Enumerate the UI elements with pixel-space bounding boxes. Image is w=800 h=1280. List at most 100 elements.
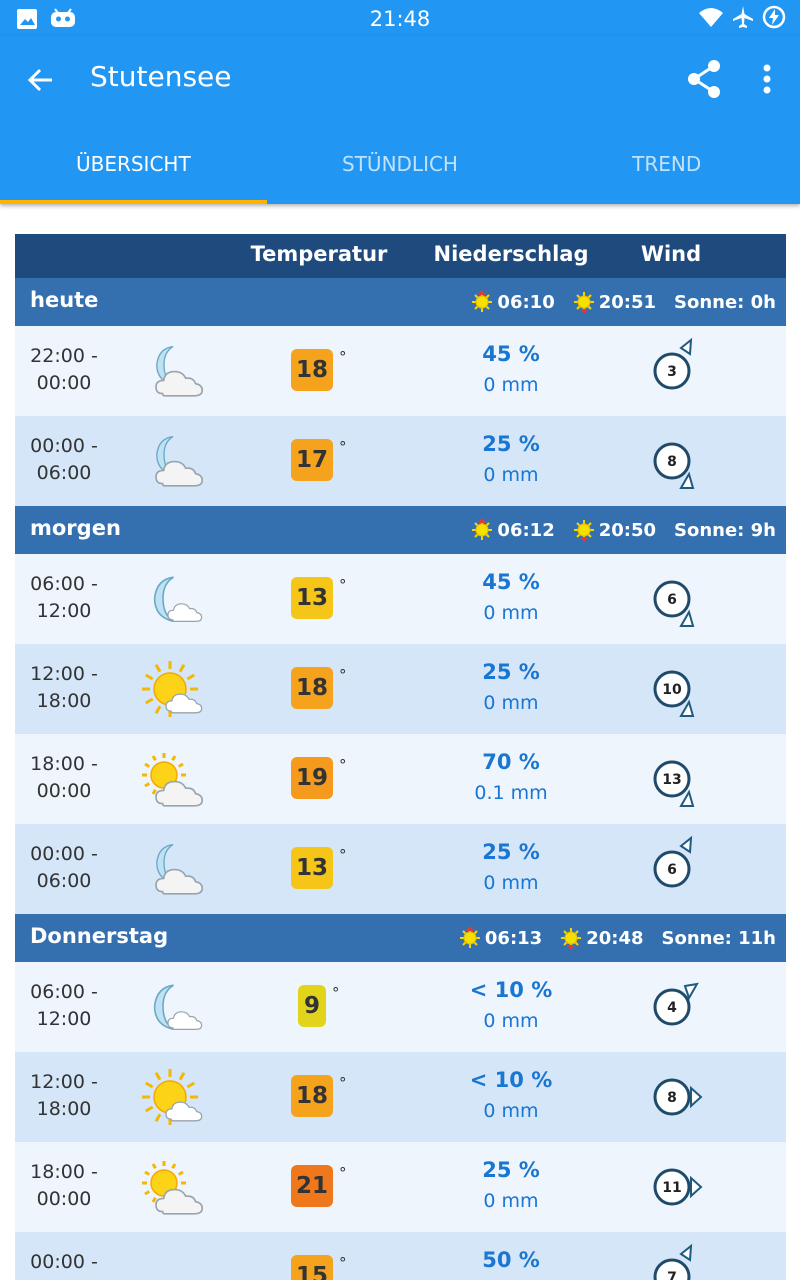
forecast-row[interactable]: 00:00 - 15 ° 50 % 7: [15, 1232, 786, 1280]
moon-cloud-icon: [155, 345, 204, 397]
wind-speed: 10: [662, 682, 682, 698]
header-temperature: Temperatur: [250, 242, 388, 266]
forecast-row[interactable]: 18:00 - 00:00 21 ° 25 % 0 mm 11: [15, 1142, 786, 1232]
precip-amount: 0 mm: [483, 1100, 539, 1122]
wind-direction-icon: 6: [653, 580, 695, 627]
degree-symbol: °: [339, 1164, 347, 1182]
sun-cloud-icon: [142, 1161, 204, 1215]
forecast-row[interactable]: 22:00 - 00:00 18 ° 45 % 0 mm 3: [15, 326, 786, 416]
time-range: 00:00 - 06:00: [30, 843, 98, 892]
day-name: heute: [30, 288, 99, 312]
time-range: 22:00 - 00:00: [30, 345, 98, 394]
sun-hours: Sonne: 0h: [674, 291, 776, 313]
wifi-icon: [699, 8, 723, 27]
sunset-icon: [573, 520, 594, 542]
sunrise-icon: [472, 518, 493, 540]
temperature-badge: 18: [291, 667, 333, 709]
time-range: 12:00 - 18:00: [30, 663, 98, 712]
degree-symbol: °: [339, 438, 347, 456]
status-time: 21:48: [369, 7, 431, 31]
time-range: 12:00 - 18:00: [30, 1071, 98, 1120]
sun-small-cloud-icon: [142, 661, 203, 717]
wind-speed: 7: [667, 1270, 677, 1280]
days-list: heute 06:10 20:51 Sonne: 0h 22:00 - 00:0…: [15, 278, 786, 1280]
degree-symbol: °: [339, 1074, 347, 1092]
page-title: Stutensee: [90, 60, 232, 93]
wind-direction-icon: 4: [653, 982, 699, 1026]
tab-uebersicht[interactable]: ÜBERSICHT: [0, 144, 267, 204]
day-name: Donnerstag: [30, 924, 169, 948]
app-bar: Stutensee ÜBERSICHT STÜNDLICH TREND: [0, 36, 800, 204]
wind-speed: 13: [662, 772, 681, 788]
precip-amount: 0 mm: [483, 602, 539, 624]
precip-probability: < 10 %: [469, 1068, 553, 1092]
status-bar: 21:48: [0, 0, 800, 36]
temperature-badge: 18: [291, 349, 333, 391]
precip-probability: 25 %: [482, 1158, 540, 1182]
precip-probability: 45 %: [482, 342, 540, 366]
wind-direction-icon: 8: [653, 1078, 703, 1116]
degree-symbol: °: [339, 576, 347, 594]
precip-amount: 0 mm: [483, 872, 539, 894]
precip-probability: < 10 %: [469, 978, 553, 1002]
wind-direction-icon: 6: [653, 835, 693, 888]
temperature-badge: 13: [291, 577, 333, 619]
temperature-badge: 9: [298, 985, 326, 1027]
forecast-row[interactable]: 12:00 - 18:00 18 ° < 10 % 0 mm 8: [15, 1052, 786, 1142]
forecast-row[interactable]: 00:00 - 06:00 17 ° 25 % 0 mm 8: [15, 416, 786, 506]
precip-probability: 45 %: [482, 570, 540, 594]
forecast-row[interactable]: 18:00 - 00:00 19 ° 70 % 0.1 mm 13: [15, 734, 786, 824]
sun-info: 06:10 20:51 Sonne: 0h: [471, 290, 776, 314]
time-range: 06:00 - 12:00: [30, 573, 98, 622]
precip-amount: 0.1 mm: [474, 782, 548, 804]
more-vert-icon[interactable]: [752, 60, 782, 100]
day-name: morgen: [30, 516, 121, 540]
wind-direction-icon: 10: [653, 670, 695, 717]
sunset-time: 20:50: [598, 519, 657, 541]
degree-symbol: °: [339, 666, 347, 684]
precip-amount: 0 mm: [483, 692, 539, 714]
back-arrow-icon[interactable]: [22, 60, 62, 100]
sunset-time: 20:51: [598, 291, 657, 313]
table-header: Temperatur Niederschlag Wind: [15, 234, 786, 278]
time-range: 06:00 - 12:00: [30, 981, 98, 1030]
cloud-icon: [165, 1279, 171, 1280]
day-header: heute 06:10 20:51 Sonne: 0h: [15, 278, 786, 326]
sun-info: 06:12 20:50 Sonne: 9h: [471, 518, 776, 542]
precip-amount: 0 mm: [483, 374, 539, 396]
wind-speed: 8: [667, 454, 677, 470]
sunrise-time: 06:13: [484, 927, 543, 949]
time-range: 00:00 - 06:00: [30, 435, 98, 484]
precip-probability: 25 %: [482, 840, 540, 864]
precip-probability: 50 %: [482, 1248, 540, 1272]
temperature-badge: 17: [291, 439, 333, 481]
tab-stuendlich[interactable]: STÜNDLICH: [267, 144, 534, 204]
sun-cloud-icon: [142, 753, 204, 807]
sunset-icon: [561, 928, 582, 950]
header-wind: Wind: [640, 242, 702, 266]
moon-small-cloud-icon: [153, 984, 203, 1031]
wind-direction-icon: 3: [653, 337, 693, 390]
wind-speed: 6: [667, 862, 677, 878]
degree-symbol: °: [339, 348, 347, 366]
time-range: 18:00 - 00:00: [30, 753, 98, 802]
share-icon[interactable]: [684, 58, 724, 100]
wind-speed: 11: [662, 1180, 681, 1196]
sunrise-time: 06:10: [497, 291, 555, 313]
forecast-row[interactable]: 00:00 - 06:00 13 ° 25 % 0 mm 6: [15, 824, 786, 914]
temperature-badge: 13: [291, 847, 333, 889]
precip-probability: 70 %: [482, 750, 540, 774]
tab-trend[interactable]: TREND: [533, 144, 800, 204]
forecast-row[interactable]: 12:00 - 18:00 18 ° 25 % 0 mm 10: [15, 644, 786, 734]
temperature-badge: 19: [291, 757, 333, 799]
sunrise-icon: [472, 290, 493, 312]
sun-hours: Sonne: 11h: [661, 927, 777, 949]
sun-hours: Sonne: 9h: [674, 519, 776, 541]
moon-cloud-icon: [155, 435, 204, 487]
forecast-row[interactable]: 06:00 - 12:00 13 ° 45 % 0 mm 6: [15, 554, 786, 644]
precip-amount: 0 mm: [483, 464, 539, 486]
forecast-row[interactable]: 06:00 - 12:00 9 ° < 10 % 0 mm 4: [15, 962, 786, 1052]
moon-cloud-icon: [155, 843, 204, 895]
day-header: morgen 06:12 20:50 Sonne: 9h: [15, 506, 786, 554]
header-precipitation: Niederschlag: [433, 242, 589, 266]
